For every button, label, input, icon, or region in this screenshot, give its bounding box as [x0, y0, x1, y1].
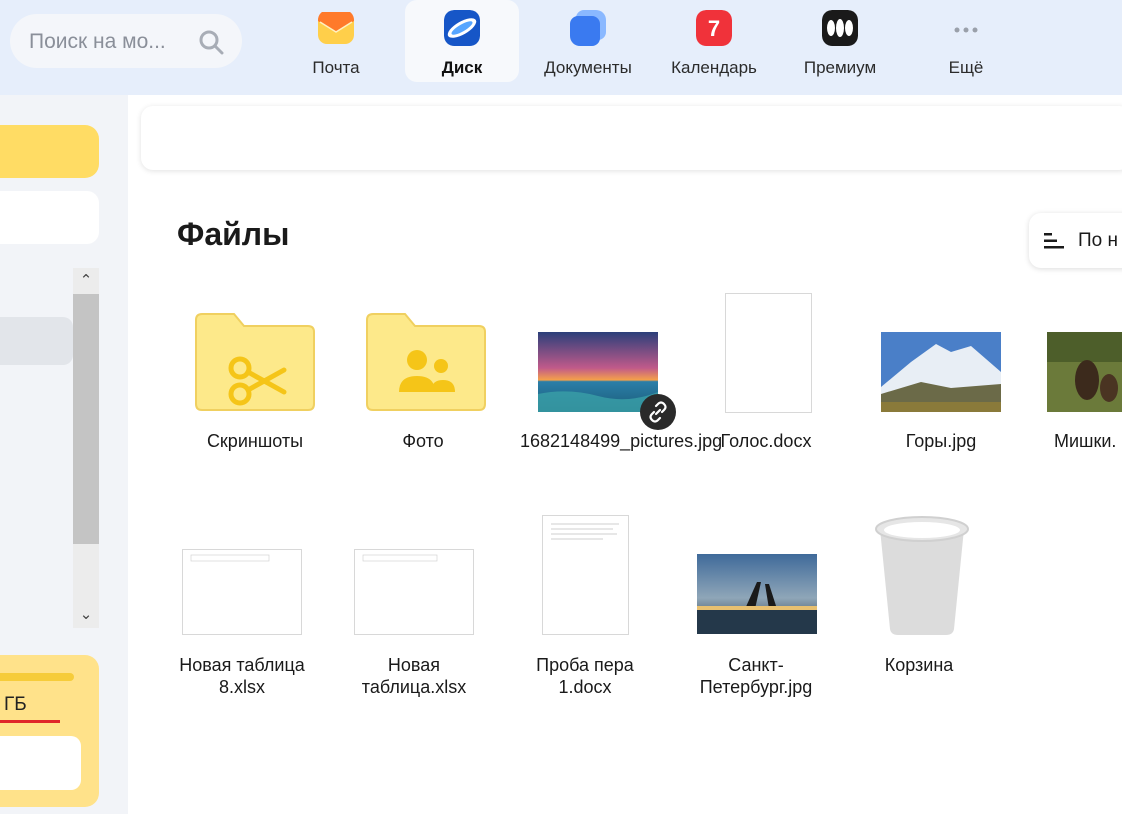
file-name: Корзина: [884, 655, 954, 675]
search-input[interactable]: Поиск на мо...: [10, 14, 242, 68]
app-premium[interactable]: Премиум: [783, 0, 897, 82]
upload-button[interactable]: [0, 125, 99, 178]
file-name: Скриншоты: [206, 431, 304, 451]
top-bar: Поиск на мо... Почта Диск Документы 7 Ка…: [0, 0, 1122, 95]
sidebar: ⌃ ⌄ ГБ: [0, 95, 128, 814]
spreadsheet-thumbnail: [354, 549, 474, 635]
document-thumbnail: [725, 293, 812, 413]
folder-icon: [366, 313, 486, 411]
file-name: Новая таблица.xlsx: [361, 655, 467, 697]
file-name: Мишки.: [1054, 431, 1117, 451]
app-documents-label: Документы: [544, 58, 632, 77]
mountains-photo: [881, 332, 1001, 412]
sort-icon: [1044, 233, 1064, 249]
app-more-label: Ещё: [948, 58, 984, 77]
calendar-icon: 7: [696, 10, 732, 46]
mail-envelope-icon: [318, 12, 354, 44]
document-thumbnail: [542, 515, 629, 635]
buy-space-button[interactable]: [0, 736, 81, 790]
file-name: Санкт-Петербург.jpg: [699, 655, 813, 697]
disk-icon: [444, 10, 480, 46]
sort-button[interactable]: По н: [1029, 213, 1122, 268]
premium-icon: [822, 10, 858, 46]
storage-underline: [0, 720, 60, 723]
search-placeholder: Поиск на мо...: [29, 30, 166, 53]
folder-icon: [195, 313, 315, 411]
storage-progress-bar: [0, 673, 74, 681]
sidebar-scrollbar[interactable]: ⌃ ⌄: [73, 268, 99, 628]
app-premium-label: Премиум: [803, 58, 877, 77]
scroll-up-icon[interactable]: ⌃: [73, 268, 99, 294]
create-button[interactable]: [0, 191, 99, 244]
storage-text: ГБ: [4, 694, 27, 715]
scroll-down-icon[interactable]: ⌄: [73, 602, 99, 628]
app-more[interactable]: Ещё: [909, 0, 1023, 82]
app-calendar-label: Календарь: [671, 58, 757, 77]
file-name: Фото: [402, 431, 444, 451]
app-disk-label: Диск: [441, 58, 483, 77]
trash-bin-icon: [875, 516, 969, 635]
saint-petersburg-photo: [697, 554, 817, 634]
file-name: Проба пера 1.docx: [536, 655, 634, 697]
more-dots-icon: [954, 27, 978, 33]
app-calendar[interactable]: 7 Календарь: [657, 0, 771, 82]
documents-icon: [570, 10, 606, 46]
file-name: Горы.jpg: [905, 431, 977, 451]
spreadsheet-thumbnail: [182, 549, 302, 635]
file-name: Новая таблица 8.xlsx: [179, 655, 305, 697]
shared-link-icon[interactable]: [640, 394, 676, 430]
search-icon[interactable]: [198, 29, 224, 55]
bears-photo: [1047, 332, 1122, 412]
sort-label: По н: [1078, 230, 1118, 251]
file-name: 1682148499_pictures.jpg: [520, 431, 723, 451]
page-title: Файлы: [177, 216, 290, 252]
app-mail-label: Почта: [312, 58, 360, 77]
scroll-thumb[interactable]: [73, 294, 99, 544]
app-mail[interactable]: Почта: [279, 0, 393, 82]
calendar-badge: 7: [708, 16, 720, 41]
app-disk[interactable]: Диск: [405, 0, 519, 82]
file-name: Голос.docx: [720, 431, 812, 451]
storage-widget: ГБ: [0, 655, 99, 807]
sidebar-item-active[interactable]: [0, 317, 73, 365]
app-documents[interactable]: Документы: [531, 0, 645, 82]
main-toolbar: [141, 106, 1122, 170]
